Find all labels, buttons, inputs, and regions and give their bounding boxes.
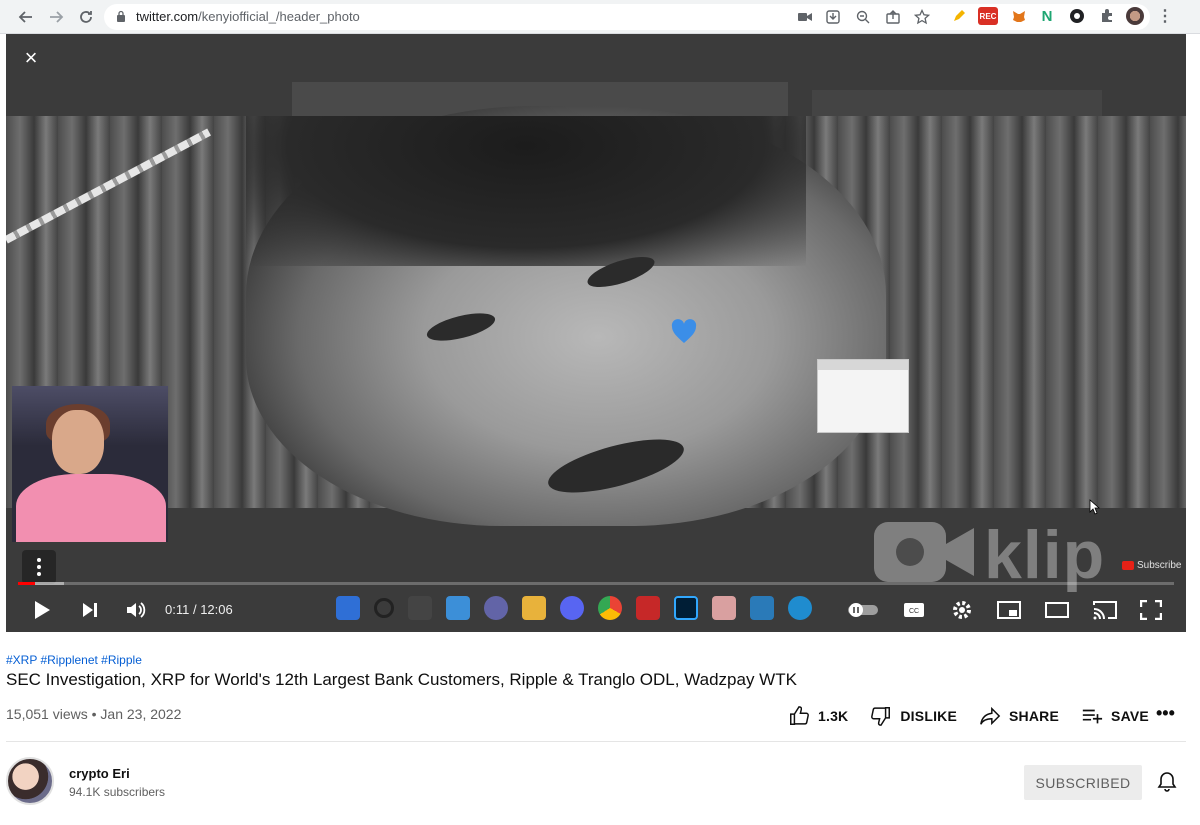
taskbar-widgets-icon bbox=[446, 596, 470, 620]
next-icon[interactable] bbox=[78, 598, 102, 622]
share-label: SHARE bbox=[1009, 708, 1060, 724]
taskbar-taskview-icon bbox=[408, 596, 432, 620]
like-button[interactable]: 1.3K bbox=[788, 705, 848, 727]
camera-logo-icon bbox=[874, 522, 974, 582]
time-display: 0:11 / 12:06 bbox=[165, 602, 233, 617]
save-button[interactable]: SAVE bbox=[1081, 705, 1149, 727]
browser-toolbar: twitter.com/kenyiofficial_/header_photo … bbox=[0, 0, 1200, 34]
video-hashtags[interactable]: #XRP #Ripplenet #Ripple bbox=[6, 653, 142, 667]
upload-date: Jan 23, 2022 bbox=[100, 706, 182, 722]
recorded-taskbar bbox=[336, 596, 812, 620]
url-text: twitter.com/kenyiofficial_/header_photo bbox=[136, 9, 360, 24]
thumbs-up-icon bbox=[790, 706, 809, 725]
overlay-menu-button[interactable] bbox=[22, 550, 56, 584]
taskbar-folder-icon bbox=[522, 596, 546, 620]
zoom-icon[interactable] bbox=[856, 10, 870, 24]
rec-badge-text: REC bbox=[979, 11, 997, 21]
portrait-hair bbox=[246, 116, 806, 266]
notification-bell-icon[interactable] bbox=[1156, 771, 1178, 793]
like-count: 1.3K bbox=[818, 708, 849, 724]
url-path: /kenyiofficial_/header_photo bbox=[198, 9, 360, 24]
install-icon[interactable] bbox=[826, 10, 840, 24]
video-title: SEC Investigation, XRP for World's 12th … bbox=[6, 670, 797, 689]
dimmed-sidebar-area bbox=[812, 90, 1102, 116]
player-controls: 0:11 / 12:06 CC bbox=[6, 588, 1186, 632]
progress-played bbox=[18, 582, 36, 585]
taskbar-discord-icon bbox=[560, 596, 584, 620]
share-arrow-icon bbox=[980, 706, 1001, 726]
play-icon[interactable] bbox=[30, 598, 54, 622]
progress-bar[interactable] bbox=[18, 582, 1174, 585]
windows-start-icon bbox=[336, 596, 360, 620]
blue-heart-icon bbox=[671, 319, 697, 343]
klip-watermark: klip bbox=[872, 516, 1112, 593]
taskbar-search-icon bbox=[374, 598, 394, 618]
share-button[interactable]: SHARE bbox=[979, 705, 1059, 727]
captions-icon[interactable]: CC bbox=[902, 598, 926, 622]
metamask-icon[interactable] bbox=[1010, 7, 1028, 25]
taskbar-chrome-icon bbox=[598, 596, 622, 620]
lock-icon bbox=[117, 10, 125, 22]
theater-mode-icon[interactable] bbox=[1044, 598, 1070, 622]
time-separator: / bbox=[189, 602, 201, 617]
eye-extension-icon[interactable] bbox=[1068, 7, 1086, 25]
more-actions-icon[interactable]: ••• bbox=[1156, 704, 1176, 726]
view-count: 15,051 views bbox=[6, 706, 88, 722]
taskbar-photoshop-icon bbox=[674, 596, 698, 620]
subscriber-count: 94.1K subscribers bbox=[69, 785, 166, 799]
reload-icon[interactable] bbox=[76, 7, 96, 27]
webcam-overlay bbox=[12, 386, 168, 542]
bookmark-star-icon[interactable] bbox=[914, 9, 930, 25]
back-arrow-icon[interactable] bbox=[16, 7, 36, 27]
video-actions: 1.3K DISLIKE SHARE SAVE bbox=[788, 704, 1171, 728]
kebab-menu-icon[interactable]: ⋮ bbox=[1156, 7, 1174, 25]
forward-arrow-icon[interactable] bbox=[46, 7, 66, 27]
dislike-label: DISLIKE bbox=[900, 708, 958, 724]
pen-extension-icon[interactable] bbox=[950, 7, 968, 25]
time-current: 0:11 bbox=[165, 602, 190, 617]
screen-share-thumbnail bbox=[817, 359, 909, 433]
channel-avatar[interactable] bbox=[6, 757, 54, 805]
autoplay-toggle[interactable] bbox=[848, 598, 878, 622]
taskbar-teams-icon bbox=[484, 596, 508, 620]
playlist-add-icon bbox=[1082, 709, 1103, 724]
url-domain: twitter.com bbox=[136, 9, 199, 24]
taskbar-app-red-icon bbox=[636, 596, 660, 620]
time-total: 12:06 bbox=[200, 602, 233, 617]
share-page-icon[interactable] bbox=[886, 10, 900, 24]
save-label: SAVE bbox=[1111, 708, 1149, 724]
close-icon[interactable]: × bbox=[20, 47, 42, 70]
video-meta: 15,051 views • Jan 23, 2022 bbox=[6, 706, 181, 722]
fullscreen-icon[interactable] bbox=[1138, 598, 1164, 622]
camera-icon[interactable] bbox=[798, 11, 812, 23]
n-extension-icon[interactable]: N bbox=[1038, 7, 1056, 25]
rec-extension-icon[interactable]: REC bbox=[978, 7, 998, 25]
settings-gear-icon[interactable] bbox=[950, 598, 974, 622]
puzzle-extensions-icon[interactable] bbox=[1098, 7, 1116, 25]
volume-icon[interactable] bbox=[124, 598, 148, 622]
section-divider bbox=[6, 741, 1186, 742]
profile-avatar-icon[interactable] bbox=[1126, 7, 1144, 25]
cast-icon[interactable] bbox=[1092, 598, 1118, 622]
svg-text:CC: CC bbox=[909, 608, 919, 615]
thumbs-down-icon bbox=[871, 707, 891, 726]
channel-name[interactable]: crypto Eri bbox=[69, 766, 130, 781]
subscribed-button[interactable]: SUBSCRIBED bbox=[1024, 765, 1142, 800]
subscribe-watermark: Subscribe bbox=[1122, 558, 1181, 572]
taskbar-photos-icon bbox=[750, 596, 774, 620]
rope-graphic bbox=[6, 128, 211, 244]
meta-separator: • bbox=[87, 706, 101, 722]
video-player[interactable]: × klip Subscribe 0:11 / 12:06 CC bbox=[6, 34, 1186, 632]
mouse-cursor-icon bbox=[1089, 499, 1101, 515]
youtube-mini-icon bbox=[1122, 560, 1134, 570]
taskbar-snip-icon bbox=[712, 596, 736, 620]
miniplayer-icon[interactable] bbox=[996, 598, 1022, 622]
dislike-button[interactable]: DISLIKE bbox=[870, 705, 957, 727]
taskbar-edge-icon bbox=[788, 596, 812, 620]
subscribe-watermark-text: Subscribe bbox=[1137, 559, 1182, 571]
header-photo bbox=[6, 106, 1186, 526]
